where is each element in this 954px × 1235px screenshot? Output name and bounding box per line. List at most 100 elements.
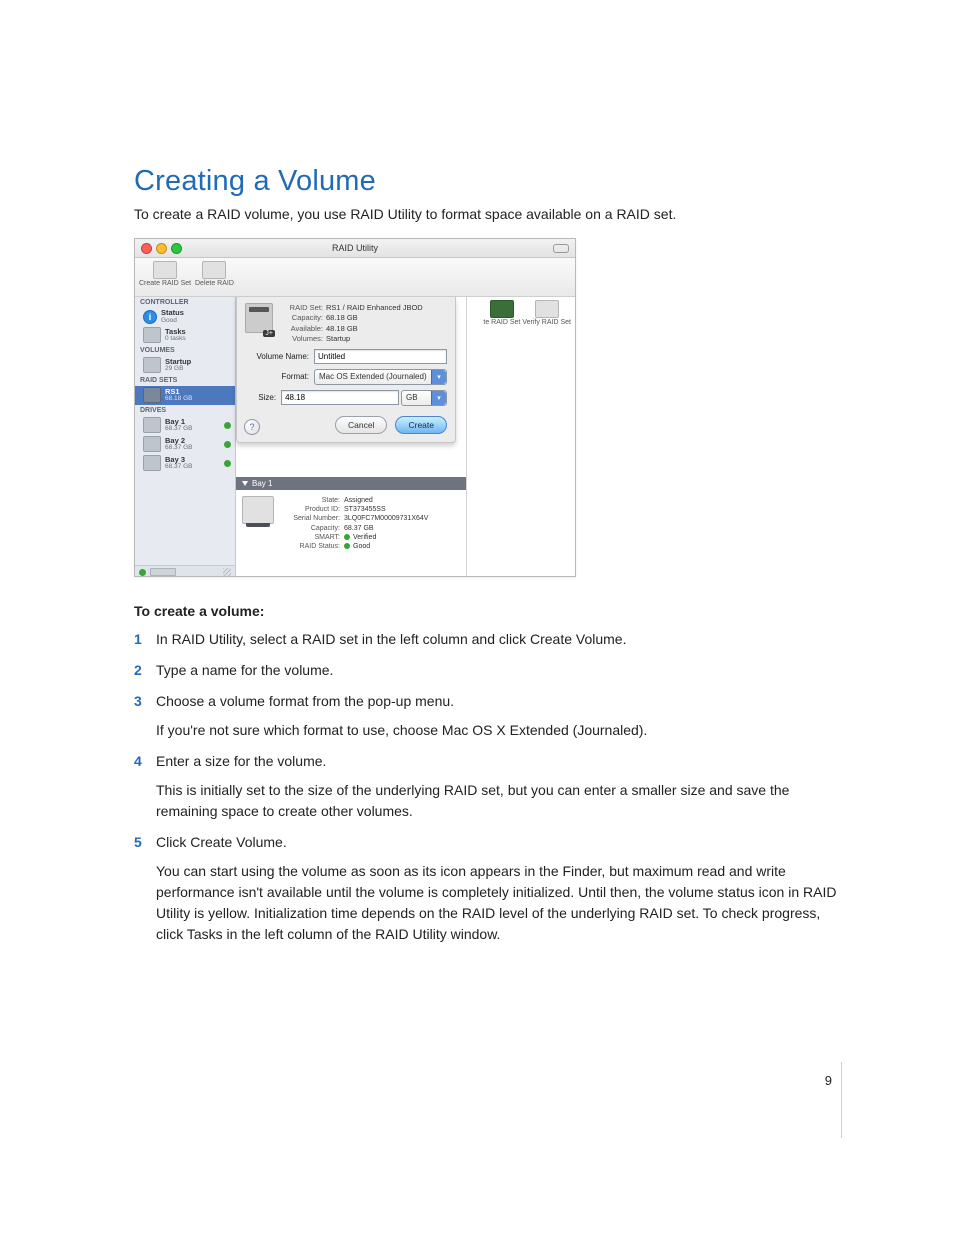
sidebar-item-sub: 68.37 GB	[165, 426, 192, 433]
create-raid-set-button[interactable]: Create RAID Set	[139, 258, 191, 287]
migrate-raid-set-button[interactable]: te RAID Set	[483, 297, 520, 326]
chevron-updown-icon: ▾	[431, 391, 446, 405]
field-label: State:	[282, 496, 340, 505]
size-input[interactable]	[281, 390, 399, 405]
page-margin-rule	[841, 1062, 842, 1138]
info-icon: i	[143, 310, 157, 324]
sidebar-section: DRIVES	[135, 405, 235, 416]
app-screenshot: RAID Utility Create RAID Set Delete RAID…	[134, 238, 576, 577]
drive-icon	[143, 436, 161, 452]
close-icon[interactable]	[141, 243, 152, 254]
field-value: ST373455SS	[344, 506, 386, 513]
step-note: You can start using the volume as soon a…	[156, 861, 844, 945]
toolbar-label: Verify RAID Set	[522, 319, 571, 326]
page-heading: Creating a Volume	[134, 165, 844, 198]
field-value: 68.18 GB	[326, 313, 358, 322]
status-led-icon	[344, 543, 350, 549]
sidebar-item-sub: Good	[161, 318, 184, 325]
drive-green-icon	[490, 300, 514, 318]
toolbar-label: Create RAID Set	[139, 280, 191, 287]
sidebar-item-sub: 0 tasks	[165, 336, 186, 343]
raid-set-large-icon: J+	[245, 303, 273, 333]
window-title: RAID Utility	[135, 239, 575, 257]
field-value: Assigned	[344, 497, 373, 504]
field-value: 48.18 GB	[326, 324, 358, 333]
sidebar-item-bay1[interactable]: Bay 168.37 GB	[135, 416, 235, 435]
toolbar-label: Delete RAID	[195, 280, 234, 287]
cancel-button[interactable]: Cancel	[335, 416, 387, 434]
step-note: This is initially set to the size of the…	[156, 780, 844, 822]
step-item: Choose a volume format from the pop-up m…	[134, 691, 844, 741]
raid-set-icon	[143, 387, 161, 403]
select-value: GB	[406, 393, 418, 402]
field-label: Capacity:	[282, 524, 340, 533]
drive-icon	[153, 261, 177, 279]
window-titlebar: RAID Utility	[135, 239, 575, 258]
step-text: Enter a size for the volume.	[156, 753, 326, 769]
step-text: Type a name for the volume.	[156, 662, 333, 678]
sidebar-item-tasks[interactable]: Tasks0 tasks	[135, 326, 235, 345]
toolbar-label: te RAID Set	[483, 319, 520, 326]
steps-list: In RAID Utility, select a RAID set in th…	[134, 629, 844, 945]
sidebar-section: VOLUMES	[135, 345, 235, 356]
step-item: Enter a size for the volume. This is ini…	[134, 751, 844, 822]
field-label: RAID Status:	[282, 542, 340, 551]
zoom-icon[interactable]	[171, 243, 182, 254]
sidebar-item-sub: 68.37 GB	[165, 445, 192, 452]
select-value: Mac OS Extended (Journaled)	[319, 372, 427, 381]
step-text: In RAID Utility, select a RAID set in th…	[156, 631, 626, 647]
sidebar-item-bay3[interactable]: Bay 368.37 GB	[135, 454, 235, 473]
sidebar-item-bay2[interactable]: Bay 268.37 GB	[135, 435, 235, 454]
create-button[interactable]: Create	[395, 416, 447, 434]
volume-name-label: Volume Name:	[245, 352, 309, 361]
field-label: Available:	[279, 324, 323, 334]
gear-icon	[143, 327, 161, 343]
drive-icon	[143, 455, 161, 471]
volume-name-input[interactable]	[314, 349, 447, 364]
field-label: RAID Set:	[279, 303, 323, 313]
delete-raid-button[interactable]: Delete RAID	[195, 258, 234, 287]
field-value: Startup	[326, 334, 350, 343]
sidebar-item-label: Status	[161, 308, 184, 317]
field-label: Volumes:	[279, 334, 323, 344]
status-led-icon	[224, 460, 231, 467]
verify-raid-set-button[interactable]: Verify RAID Set	[522, 297, 571, 326]
status-led-icon	[224, 422, 231, 429]
status-led-icon	[139, 569, 146, 576]
help-icon[interactable]: ?	[244, 419, 260, 435]
bay-details: State:Assigned Product ID:ST373455SS Ser…	[236, 490, 466, 557]
step-item: Click Create Volume. You can start using…	[134, 832, 844, 945]
sidebar-section: RAID SETS	[135, 375, 235, 386]
resize-grip-icon[interactable]	[223, 568, 231, 576]
sidebar-footer	[135, 565, 235, 577]
minimize-icon[interactable]	[156, 243, 167, 254]
disclosure-triangle-icon	[242, 481, 248, 486]
create-volume-sheet: J+ RAID Set:RS1 / RAID Enhanced JBOD Cap…	[236, 297, 456, 443]
chevron-updown-icon: ▾	[431, 370, 446, 384]
step-note: If you're not sure which format to use, …	[156, 720, 844, 741]
format-select[interactable]: Mac OS Extended (Journaled) ▾	[314, 369, 447, 385]
step-text: Click Create Volume.	[156, 834, 287, 850]
field-value: 68.37 GB	[344, 525, 374, 532]
sidebar-item-startup[interactable]: Startup29 GB	[135, 356, 235, 375]
field-label: Product ID:	[282, 505, 340, 514]
step-item: In RAID Utility, select a RAID set in th…	[134, 629, 844, 650]
field-value: Good	[353, 543, 370, 550]
button-label: Cancel	[348, 420, 374, 430]
status-led-icon	[344, 534, 350, 540]
activity-bar-icon	[150, 568, 176, 576]
drive-icon	[143, 417, 161, 433]
sidebar-item-sub: 68.37 GB	[165, 464, 192, 471]
field-value: 3LQ0FC7M00009731X64V	[344, 515, 428, 522]
page-number: 9	[825, 1073, 832, 1088]
right-column: te RAID Set Verify RAID Set	[467, 297, 575, 577]
button-label: Create	[408, 420, 434, 430]
sidebar-item-status[interactable]: i StatusGood	[135, 308, 235, 326]
size-unit-select[interactable]: GB ▾	[401, 390, 447, 406]
sidebar-section: CONTROLLER	[135, 297, 235, 308]
sidebar-item-sub: 68.18 GB	[165, 396, 192, 403]
toolbar-pill-icon[interactable]	[553, 244, 569, 253]
bay-disclosure-header[interactable]: Bay 1	[236, 477, 466, 490]
sidebar-item-rs1[interactable]: RS168.18 GB	[135, 386, 235, 405]
drive-icon	[202, 261, 226, 279]
